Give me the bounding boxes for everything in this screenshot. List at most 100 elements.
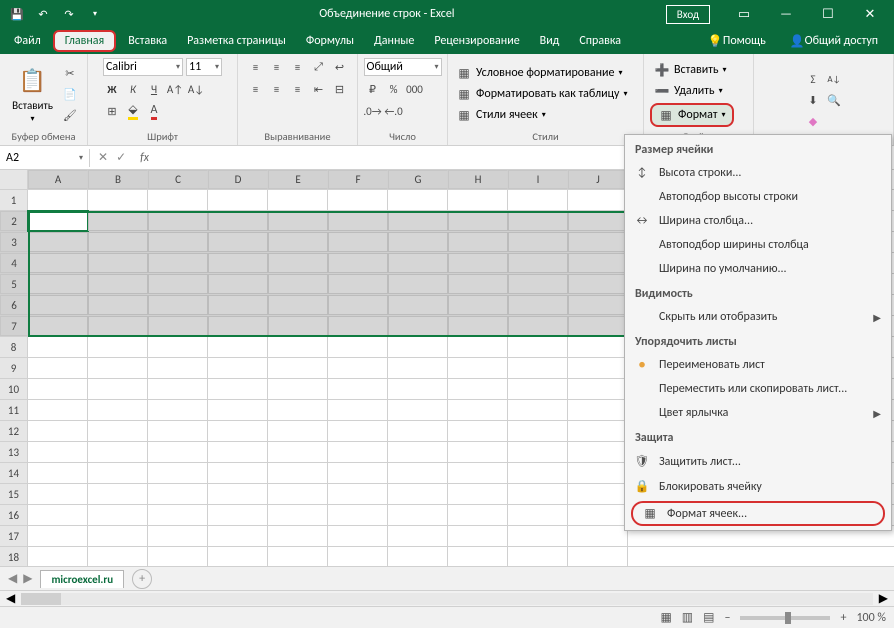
row-header[interactable]: 3	[0, 232, 28, 252]
cell[interactable]	[388, 442, 448, 462]
cell[interactable]	[268, 253, 328, 273]
decrease-font-button[interactable]: A↓	[187, 80, 205, 98]
share-button[interactable]: 👤 Общий доступ	[786, 34, 882, 49]
cell[interactable]	[448, 379, 508, 399]
view-normal-button[interactable]: ▦	[660, 610, 671, 625]
cell[interactable]	[268, 358, 328, 378]
fx-button[interactable]: fx	[134, 151, 155, 165]
cell[interactable]	[148, 316, 208, 336]
tab-review[interactable]: Рецензирование	[424, 28, 529, 54]
cell[interactable]	[508, 190, 568, 210]
column-header[interactable]: C	[148, 170, 208, 189]
cell-styles-button[interactable]: ▦Стили ячеек ▾	[454, 106, 548, 124]
row-header[interactable]: 2	[0, 211, 28, 231]
borders-button[interactable]: ⊞	[103, 102, 121, 120]
cell[interactable]	[148, 232, 208, 252]
decrease-decimal-button[interactable]: ←.0	[385, 102, 403, 120]
cell[interactable]	[28, 274, 88, 294]
cell[interactable]	[268, 295, 328, 315]
fill-button[interactable]: ⬇	[804, 92, 822, 110]
align-middle-button[interactable]: ≡	[268, 58, 286, 76]
cell[interactable]	[268, 274, 328, 294]
cell[interactable]	[268, 421, 328, 441]
cell[interactable]	[88, 379, 148, 399]
percent-button[interactable]: %	[385, 80, 403, 98]
format-as-table-button[interactable]: ▦Форматировать как таблицу ▾	[454, 85, 630, 103]
cell[interactable]	[568, 253, 628, 273]
cell[interactable]	[388, 379, 448, 399]
row-header[interactable]: 13	[0, 442, 28, 462]
cell[interactable]	[328, 526, 388, 546]
merge-button[interactable]: ⊟	[331, 80, 349, 98]
orientation-button[interactable]: ⤢	[310, 58, 328, 76]
cell[interactable]	[388, 295, 448, 315]
column-header[interactable]: B	[88, 170, 148, 189]
cell[interactable]	[88, 400, 148, 420]
font-name-select[interactable]: Calibri▾	[103, 58, 183, 76]
increase-font-button[interactable]: A↑	[166, 80, 184, 98]
align-bottom-button[interactable]: ≡	[289, 58, 307, 76]
cell[interactable]	[328, 316, 388, 336]
cell[interactable]	[328, 442, 388, 462]
login-button[interactable]: Вход	[666, 5, 710, 24]
cell[interactable]	[388, 505, 448, 525]
row-header[interactable]: 8	[0, 337, 28, 357]
cell[interactable]	[508, 400, 568, 420]
cell[interactable]	[508, 547, 568, 566]
cell[interactable]	[448, 400, 508, 420]
cell[interactable]	[268, 526, 328, 546]
row-header[interactable]: 5	[0, 274, 28, 294]
cell[interactable]	[28, 358, 88, 378]
menu-lock-cell[interactable]: 🔒Блокировать ячейку	[625, 474, 891, 499]
cell[interactable]	[568, 421, 628, 441]
align-right-button[interactable]: ≡	[289, 80, 307, 98]
row-header[interactable]: 7	[0, 316, 28, 336]
paste-button[interactable]: 📋 Вставить ▾	[8, 63, 57, 126]
row-header[interactable]: 6	[0, 295, 28, 315]
cell[interactable]	[208, 190, 268, 210]
tab-help[interactable]: Справка	[569, 28, 631, 54]
cell[interactable]	[388, 358, 448, 378]
tab-file[interactable]: Файл	[4, 28, 51, 54]
cell[interactable]	[328, 232, 388, 252]
autosum-button[interactable]: Σ	[804, 71, 822, 89]
tab-home[interactable]: Главная	[53, 30, 116, 52]
redo-button[interactable]: ↷	[60, 5, 78, 23]
cell[interactable]	[208, 400, 268, 420]
cell[interactable]	[208, 547, 268, 566]
cell[interactable]	[388, 547, 448, 566]
cell[interactable]	[268, 442, 328, 462]
column-header[interactable]: I	[508, 170, 568, 189]
cell[interactable]	[328, 463, 388, 483]
tab-formulas[interactable]: Формулы	[296, 28, 364, 54]
row-header[interactable]: 14	[0, 463, 28, 483]
cell[interactable]	[28, 295, 88, 315]
cell[interactable]	[568, 505, 628, 525]
comma-button[interactable]: 000	[406, 80, 424, 98]
cell[interactable]	[28, 547, 88, 566]
tab-data[interactable]: Данные	[364, 28, 424, 54]
cell[interactable]	[28, 190, 88, 210]
column-header[interactable]: D	[208, 170, 268, 189]
cell[interactable]	[448, 253, 508, 273]
cell[interactable]	[448, 190, 508, 210]
cell[interactable]	[88, 526, 148, 546]
cell[interactable]	[88, 421, 148, 441]
format-cells-button[interactable]: ▦Формат ▾	[650, 103, 734, 127]
number-format-select[interactable]: Общий▾	[364, 58, 442, 76]
cell[interactable]	[88, 358, 148, 378]
cell[interactable]	[448, 316, 508, 336]
zoom-slider[interactable]	[740, 616, 830, 620]
cell[interactable]	[148, 295, 208, 315]
cell[interactable]	[148, 505, 208, 525]
cell[interactable]	[148, 253, 208, 273]
menu-move-copy-sheet[interactable]: Переместить или скопировать лист...	[625, 377, 891, 401]
menu-tab-color[interactable]: Цвет ярлычка▶	[625, 401, 891, 425]
scroll-left-icon[interactable]: ◀	[6, 591, 15, 606]
cell[interactable]	[88, 316, 148, 336]
cell[interactable]	[568, 526, 628, 546]
cell[interactable]	[88, 232, 148, 252]
cell[interactable]	[208, 463, 268, 483]
row-header[interactable]: 4	[0, 253, 28, 273]
scroll-right-icon[interactable]: ▶	[879, 591, 888, 606]
